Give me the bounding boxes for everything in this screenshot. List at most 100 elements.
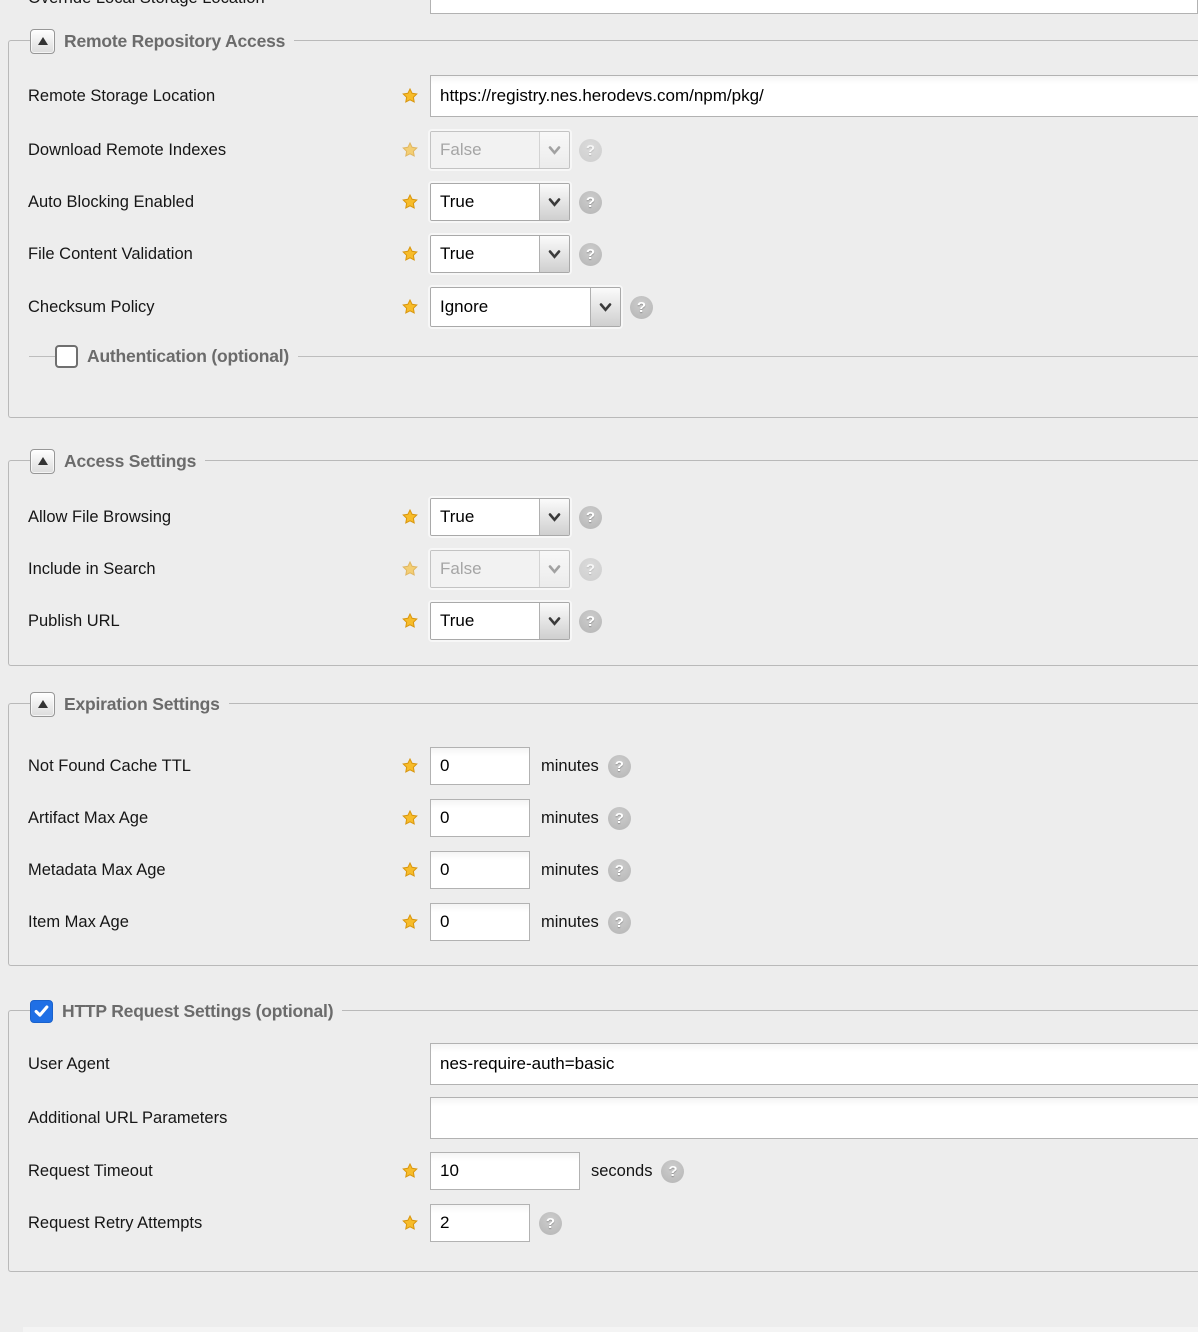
required-star-icon bbox=[402, 1163, 424, 1179]
collapse-button[interactable] bbox=[30, 692, 55, 717]
help-icon[interactable]: ? bbox=[608, 755, 631, 778]
help-icon[interactable]: ? bbox=[608, 859, 631, 882]
required-star-icon bbox=[402, 758, 424, 774]
triangle-up-icon bbox=[38, 457, 48, 465]
field-label: Not Found Cache TTL bbox=[28, 757, 402, 776]
combo-trigger-button bbox=[539, 132, 569, 168]
request-timeout-input[interactable] bbox=[430, 1152, 580, 1190]
help-icon[interactable]: ? bbox=[539, 1212, 562, 1235]
metadata-max-age-input[interactable] bbox=[430, 851, 530, 889]
collapse-button[interactable] bbox=[30, 29, 55, 54]
chevron-down-icon bbox=[548, 250, 561, 259]
field-row-include-in-search: Include in Search False ? bbox=[9, 550, 1198, 588]
selected-value: True bbox=[440, 192, 474, 212]
include-in-search-select: False bbox=[430, 550, 570, 588]
unit-label: minutes bbox=[541, 757, 599, 776]
help-icon[interactable]: ? bbox=[608, 807, 631, 830]
field-label: Checksum Policy bbox=[28, 298, 402, 317]
field-label: Request Timeout bbox=[28, 1162, 402, 1181]
selected-value: True bbox=[440, 611, 474, 631]
field-row-user-agent: User Agent bbox=[9, 1043, 1198, 1085]
required-star-icon bbox=[402, 914, 424, 930]
combo-trigger-button[interactable] bbox=[539, 184, 569, 220]
auto-blocking-enabled-select[interactable]: True bbox=[430, 183, 570, 221]
user-agent-input[interactable] bbox=[430, 1043, 1198, 1085]
fieldset-legend: Access Settings bbox=[30, 448, 205, 474]
checksum-policy-select[interactable]: Ignore bbox=[430, 287, 621, 327]
remote-storage-location-input[interactable] bbox=[430, 75, 1198, 117]
field-label: Include in Search bbox=[28, 560, 402, 579]
fieldset-http-request-settings: HTTP Request Settings (optional) User Ag… bbox=[8, 1010, 1198, 1272]
required-star-icon bbox=[402, 88, 424, 104]
not-found-cache-ttl-input[interactable] bbox=[430, 747, 530, 785]
field-row-auto-blocking-enabled: Auto Blocking Enabled True ? bbox=[9, 183, 1198, 221]
required-star-icon bbox=[402, 1215, 424, 1231]
required-star-icon bbox=[402, 862, 424, 878]
field-label: Request Retry Attempts bbox=[28, 1214, 402, 1233]
help-icon[interactable]: ? bbox=[630, 296, 653, 319]
required-star-icon bbox=[402, 509, 424, 525]
help-icon[interactable]: ? bbox=[579, 243, 602, 266]
artifact-max-age-input[interactable] bbox=[430, 799, 530, 837]
required-star-icon bbox=[402, 613, 424, 629]
combo-trigger-button[interactable] bbox=[590, 288, 620, 326]
required-star-icon bbox=[402, 246, 424, 262]
help-icon[interactable]: ? bbox=[579, 610, 602, 633]
unit-label: minutes bbox=[541, 913, 599, 932]
field-row-item-max-age: Item Max Age minutes ? bbox=[9, 903, 1198, 941]
override-local-storage-input[interactable] bbox=[430, 0, 1198, 14]
selected-value: False bbox=[440, 559, 482, 579]
field-row-file-content-validation: File Content Validation True ? bbox=[9, 235, 1198, 273]
fieldset-remote-repository-access: Remote Repository Access Remote Storage … bbox=[8, 40, 1198, 418]
fieldset-legend: Remote Repository Access bbox=[30, 28, 294, 54]
triangle-up-icon bbox=[38, 37, 48, 45]
request-retry-attempts-input[interactable] bbox=[430, 1204, 530, 1242]
selected-value: Ignore bbox=[440, 297, 488, 317]
combo-trigger-button[interactable] bbox=[539, 603, 569, 639]
required-star-icon bbox=[402, 194, 424, 210]
field-row-remote-storage-location: Remote Storage Location bbox=[9, 75, 1198, 117]
field-label: Auto Blocking Enabled bbox=[28, 193, 402, 212]
selected-value: False bbox=[440, 140, 482, 160]
field-label: Metadata Max Age bbox=[28, 861, 402, 880]
legend-title: Authentication (optional) bbox=[87, 346, 289, 367]
allow-file-browsing-select[interactable]: True bbox=[430, 498, 570, 536]
collapse-button[interactable] bbox=[30, 449, 55, 474]
field-label: File Content Validation bbox=[28, 245, 402, 264]
required-star-icon bbox=[402, 810, 424, 826]
help-icon[interactable]: ? bbox=[661, 1160, 684, 1183]
selected-value: True bbox=[440, 244, 474, 264]
combo-trigger-button[interactable] bbox=[539, 236, 569, 272]
field-row-not-found-cache-ttl: Not Found Cache TTL minutes ? bbox=[9, 747, 1198, 785]
legend-title: Access Settings bbox=[64, 451, 196, 472]
http-request-settings-checkbox[interactable] bbox=[30, 1000, 53, 1023]
field-label: Artifact Max Age bbox=[28, 809, 402, 828]
chevron-down-icon bbox=[548, 198, 561, 207]
help-icon[interactable]: ? bbox=[579, 506, 602, 529]
help-icon[interactable]: ? bbox=[579, 558, 602, 581]
authentication-checkbox[interactable] bbox=[55, 345, 78, 368]
item-max-age-input[interactable] bbox=[430, 903, 530, 941]
field-row-metadata-max-age: Metadata Max Age minutes ? bbox=[9, 851, 1198, 889]
help-icon[interactable]: ? bbox=[579, 191, 602, 214]
fieldset-access-settings: Access Settings Allow File Browsing True… bbox=[8, 460, 1198, 666]
field-row-download-remote-indexes: Download Remote Indexes False ? bbox=[9, 131, 1198, 169]
fieldset-expiration-settings: Expiration Settings Not Found Cache TTL … bbox=[8, 703, 1198, 966]
triangle-up-icon bbox=[38, 700, 48, 708]
chevron-down-icon bbox=[599, 303, 612, 312]
chevron-down-icon bbox=[548, 146, 561, 155]
publish-url-select[interactable]: True bbox=[430, 602, 570, 640]
field-label: Remote Storage Location bbox=[28, 87, 402, 106]
legend-title: Remote Repository Access bbox=[64, 31, 285, 52]
file-content-validation-select[interactable]: True bbox=[430, 235, 570, 273]
field-row-request-retry-attempts: Request Retry Attempts ? bbox=[9, 1203, 1198, 1243]
required-star-icon bbox=[402, 142, 424, 158]
legend-title: HTTP Request Settings (optional) bbox=[62, 1001, 333, 1022]
help-icon[interactable]: ? bbox=[608, 911, 631, 934]
additional-url-parameters-input[interactable] bbox=[430, 1097, 1198, 1139]
field-label: Publish URL bbox=[28, 612, 402, 631]
help-icon[interactable]: ? bbox=[579, 139, 602, 162]
combo-trigger-button bbox=[539, 551, 569, 587]
unit-label: minutes bbox=[541, 809, 599, 828]
combo-trigger-button[interactable] bbox=[539, 499, 569, 535]
